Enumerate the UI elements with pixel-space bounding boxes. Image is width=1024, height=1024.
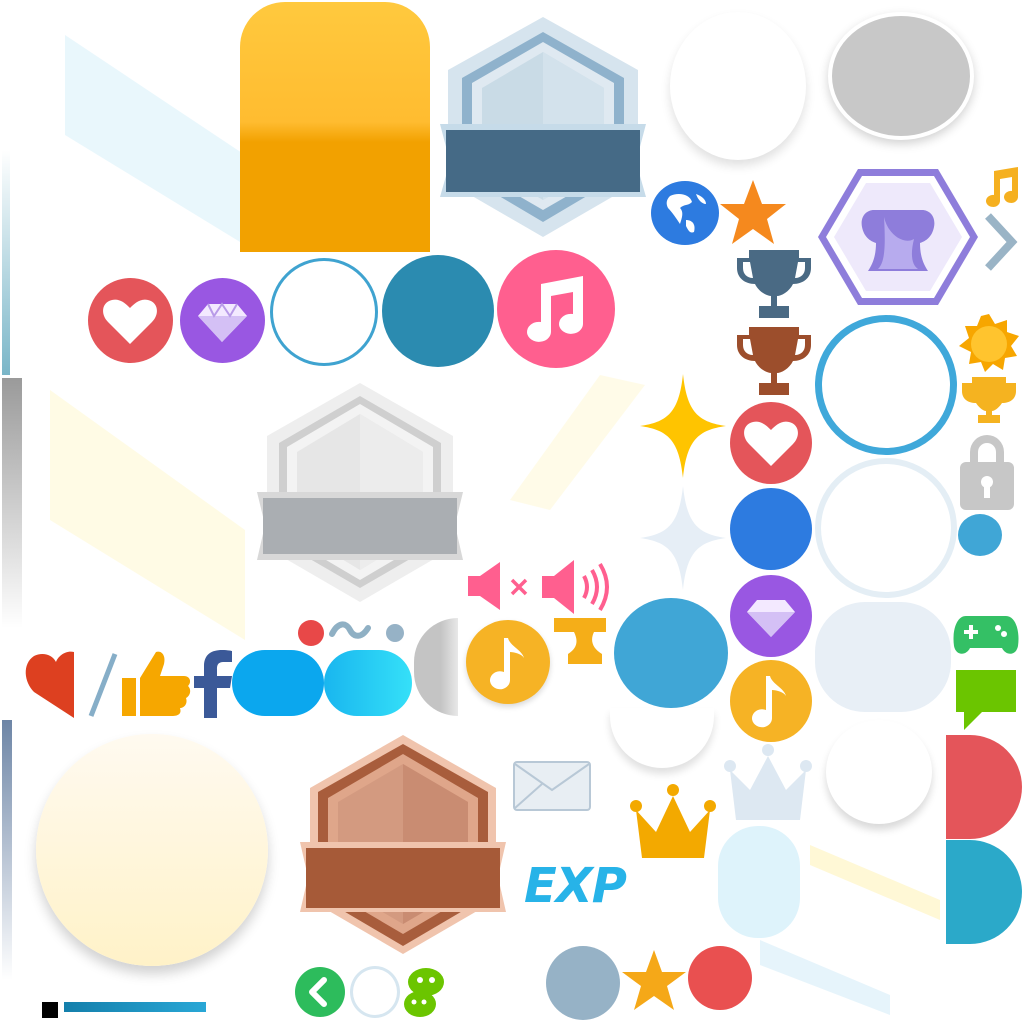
crown-icon [630,784,716,858]
pale-cyan-pill [718,826,800,938]
gem-circle-icon[interactable] [180,278,265,363]
blue-progress-bar [64,1002,206,1012]
wechat-icon[interactable] [402,966,446,1020]
speaker-icon[interactable] [540,558,614,616]
light-beam-yellow-2 [510,375,645,510]
gray-circle [828,12,974,140]
lock-icon [960,435,1014,510]
white-half-circle [610,708,714,768]
blue-pill-button[interactable] [232,650,324,716]
empty-small-ring [350,966,400,1018]
heart-circle-icon[interactable] [88,278,173,363]
chat-icon[interactable] [952,668,1020,732]
orange-star-icon [720,180,786,244]
facebook-icon[interactable] [190,648,236,720]
teal-circle [382,255,494,367]
cyan-pill-button[interactable] [324,650,412,716]
red-d-shape [946,735,1022,839]
music-note-icon [986,167,1018,207]
crown-pale-icon [724,744,812,820]
left-edge-strip-top [2,150,10,375]
mail-icon[interactable] [512,760,592,812]
bronze-hexagon-badge [300,735,506,954]
black-square [42,1002,58,1018]
globe-icon [651,181,719,245]
sky-blue-circle [614,598,728,708]
music-circle-icon-2[interactable] [730,660,812,742]
small-gray-dot [386,624,404,642]
stamp-icon [554,618,606,664]
heart-icon [25,651,74,718]
sparkle-icon [640,374,726,478]
light-beam-blue [65,35,245,245]
sun-icon [959,314,1019,372]
red-dot [298,620,324,646]
left-edge-strip-middle [2,378,22,628]
empty-ring [270,258,378,366]
wavy-line-icon [329,621,371,639]
small-blue-dot [958,514,1002,556]
silver-hexagon-badge [440,17,646,237]
teal-d-shape [946,840,1022,944]
gold-rounded-panel [240,2,430,252]
slash-divider [88,653,118,717]
light-beam-blue-2 [760,940,890,1015]
thumbs-up-icon[interactable] [120,648,192,718]
gold-music-circle-icon[interactable] [466,620,550,704]
left-edge-strip-bottom [2,720,12,980]
gold-trophy-icon [962,377,1016,423]
gem-circle-icon-2[interactable] [730,575,812,657]
gray-blue-circle [546,946,620,1020]
purple-trophy-hex-badge [818,169,978,305]
royal-blue-circle [730,488,812,570]
trophy-dark-icon [737,250,811,318]
light-beam-yellow-3 [810,845,940,920]
trophy-bronze-icon [737,327,811,395]
gray-half-pill [414,618,458,716]
cream-circle [36,734,268,966]
pale-ring [815,458,957,598]
white-shadow-circle [826,720,932,824]
gray-hexagon-badge [257,383,463,602]
red-circle [688,946,752,1010]
sparkle-pale-icon [640,486,726,590]
chevron-right-icon[interactable] [980,210,1020,275]
exp-label: EXP [524,858,627,914]
mute-icon[interactable] [466,560,538,612]
heart-circle-icon-2[interactable] [730,402,812,484]
blue-ring [815,315,957,455]
white-circle [670,12,806,160]
pale-pill [815,602,951,712]
back-button-icon[interactable] [294,966,346,1018]
gamepad-icon[interactable] [952,612,1020,658]
light-beam-yellow [50,390,245,640]
star-icon [622,950,686,1010]
music-circle-icon[interactable] [497,250,615,368]
